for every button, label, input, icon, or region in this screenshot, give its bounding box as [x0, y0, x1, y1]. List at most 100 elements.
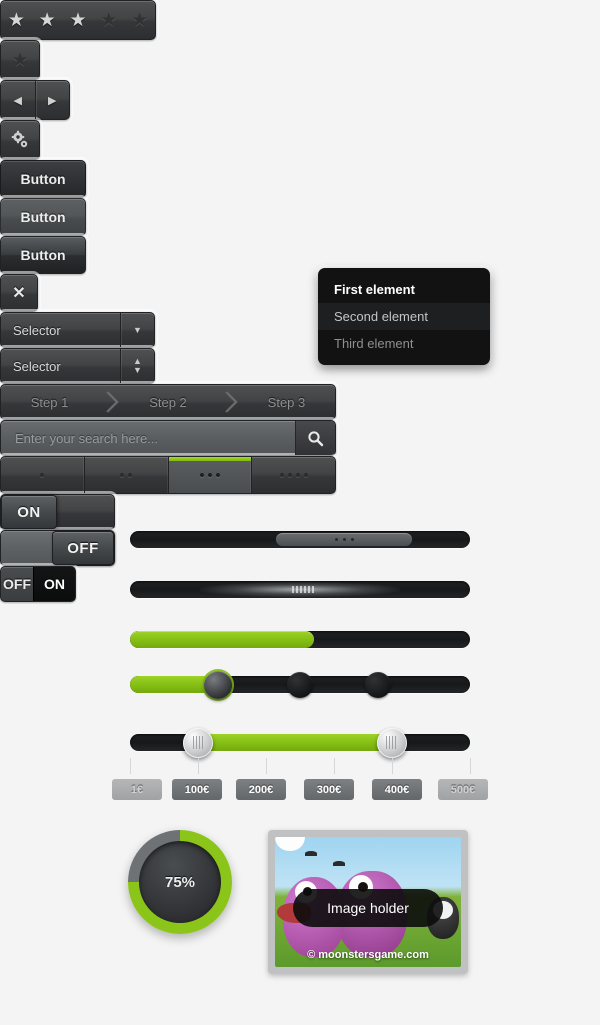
star-icon[interactable]: ★	[100, 11, 117, 30]
monster-mouth	[275, 837, 305, 851]
search-icon	[308, 430, 324, 446]
slider-tick	[334, 758, 335, 774]
price-tick[interactable]: 1€	[112, 779, 162, 800]
chevron-up-glyph[interactable]: ▲	[133, 357, 142, 366]
breadcrumb[interactable]: Step 1 Step 2 Step 3	[0, 384, 336, 420]
image-canvas: Image holder © moonstersgame.com	[275, 837, 461, 967]
range-handle-max[interactable]	[376, 727, 407, 758]
slider-single[interactable]	[130, 670, 470, 699]
settings-button[interactable]	[0, 120, 40, 160]
dropdown-item-third[interactable]: Third element	[318, 330, 490, 357]
selector-dropdown[interactable]: Selector ▼	[0, 312, 155, 348]
circular-progress[interactable]: 75%	[128, 830, 232, 934]
price-tick[interactable]: 200€	[236, 779, 286, 800]
dot-icon	[215, 473, 220, 477]
grip-dot-icon	[342, 538, 346, 541]
close-icon: ✕	[12, 285, 26, 302]
price-tick[interactable]: 300€	[304, 779, 354, 800]
price-tick[interactable]: 500€	[438, 779, 488, 800]
toggle-switch-dual[interactable]: OFF ON	[0, 566, 76, 602]
toggle-switch-on[interactable]: ON	[0, 494, 115, 530]
segmented-control[interactable]	[0, 456, 336, 494]
dot-icon	[128, 473, 133, 477]
progress-bar	[130, 631, 470, 648]
chevron-right-icon	[217, 385, 238, 419]
button-label: Button	[20, 171, 66, 187]
progress-fill	[130, 631, 314, 648]
close-button[interactable]: ✕	[0, 274, 38, 312]
slider-notch[interactable]	[287, 671, 313, 698]
ui-kit-page: ★ ★ ★ ★ ★ ★ ◀ ▶ Button Button Button ✕ S…	[0, 0, 600, 1025]
arrow-left-icon: ◀	[13, 94, 22, 107]
loader-stripes	[292, 586, 314, 593]
slider-notch[interactable]	[365, 671, 392, 698]
arrow-right-icon: ▶	[48, 94, 57, 107]
bird-icon	[333, 861, 345, 866]
toggle-switch-off[interactable]: OFF	[0, 530, 115, 566]
grip-dot-icon	[334, 538, 338, 541]
toggle-knob[interactable]: ON	[1, 495, 57, 529]
star-icon[interactable]: ★	[69, 11, 86, 30]
prev-button[interactable]: ◀	[1, 81, 36, 119]
star-icon[interactable]: ★	[131, 11, 148, 30]
dot-icon	[120, 473, 125, 477]
secondary-button[interactable]: Button	[0, 198, 86, 236]
primary-button[interactable]: Button	[0, 160, 86, 198]
button-label: Button	[20, 209, 66, 225]
image-caption: Image holder	[293, 889, 443, 927]
star-icon[interactable]: ★	[8, 11, 25, 30]
star-icon: ★	[11, 49, 29, 71]
scrollbar[interactable]	[130, 531, 470, 548]
scrollbar-handle[interactable]	[276, 533, 413, 546]
selector-stepper[interactable]: Selector ▲ ▼	[0, 348, 155, 384]
breadcrumb-step-2[interactable]: Step 2	[119, 385, 216, 419]
breadcrumb-step-1[interactable]: Step 1	[1, 385, 98, 419]
dot-icon	[303, 473, 308, 477]
bird-icon	[305, 851, 317, 856]
image-credit: © moonstersgame.com	[307, 949, 429, 961]
next-button[interactable]: ▶	[36, 81, 70, 119]
image-holder[interactable]: Image holder © moonstersgame.com	[268, 830, 468, 974]
segment-3[interactable]	[168, 457, 253, 493]
toggle-knob[interactable]: OFF	[52, 531, 114, 565]
gear-icon	[11, 130, 28, 148]
breadcrumb-step-3[interactable]: Step 3	[238, 385, 335, 419]
dropdown-item-first[interactable]: First element	[318, 276, 490, 303]
dot-icon	[199, 473, 204, 477]
search-button[interactable]	[295, 421, 335, 455]
segment-1[interactable]	[1, 457, 85, 493]
selector-label: Selector	[13, 358, 61, 374]
gradient-button[interactable]: Button	[0, 236, 86, 274]
chevron-down-glyph[interactable]: ▼	[133, 366, 142, 375]
prev-next-buttons[interactable]: ◀ ▶	[0, 80, 70, 120]
price-tick[interactable]: 400€	[372, 779, 422, 800]
dropdown-menu[interactable]: First element Second element Third eleme…	[318, 268, 490, 365]
dot-icon	[40, 473, 45, 477]
slider-tick	[130, 758, 131, 774]
chevron-right-icon	[98, 385, 119, 419]
segment-4[interactable]	[252, 457, 335, 493]
chevron-down-icon[interactable]: ▼	[120, 313, 154, 347]
toggle-on-label[interactable]: ON	[33, 567, 75, 601]
dot-icon	[207, 473, 212, 477]
slider-handle[interactable]	[204, 670, 233, 699]
chevron-down-glyph: ▼	[133, 324, 142, 335]
range-handle-min[interactable]	[183, 727, 213, 758]
grip-dot-icon	[350, 538, 354, 541]
slider-tick	[266, 758, 267, 774]
price-tick[interactable]: 100€	[172, 779, 222, 800]
single-star-button[interactable]: ★	[0, 40, 40, 80]
image-caption-label: Image holder	[327, 900, 409, 916]
search-bar[interactable]: Enter your search here...	[0, 420, 336, 456]
slider-tick	[198, 758, 199, 774]
segment-2[interactable]	[85, 457, 169, 493]
star-rating[interactable]: ★ ★ ★ ★ ★	[0, 0, 156, 40]
toggle-off-label[interactable]: OFF	[1, 576, 33, 592]
range-fill	[198, 734, 392, 751]
stepper-arrows[interactable]: ▲ ▼	[120, 349, 154, 383]
dropdown-item-second[interactable]: Second element	[318, 303, 490, 330]
star-icon[interactable]: ★	[39, 11, 56, 30]
search-input[interactable]: Enter your search here...	[1, 431, 295, 446]
dial-value-label: 75%	[164, 873, 196, 891]
slider-range[interactable]	[130, 727, 470, 758]
